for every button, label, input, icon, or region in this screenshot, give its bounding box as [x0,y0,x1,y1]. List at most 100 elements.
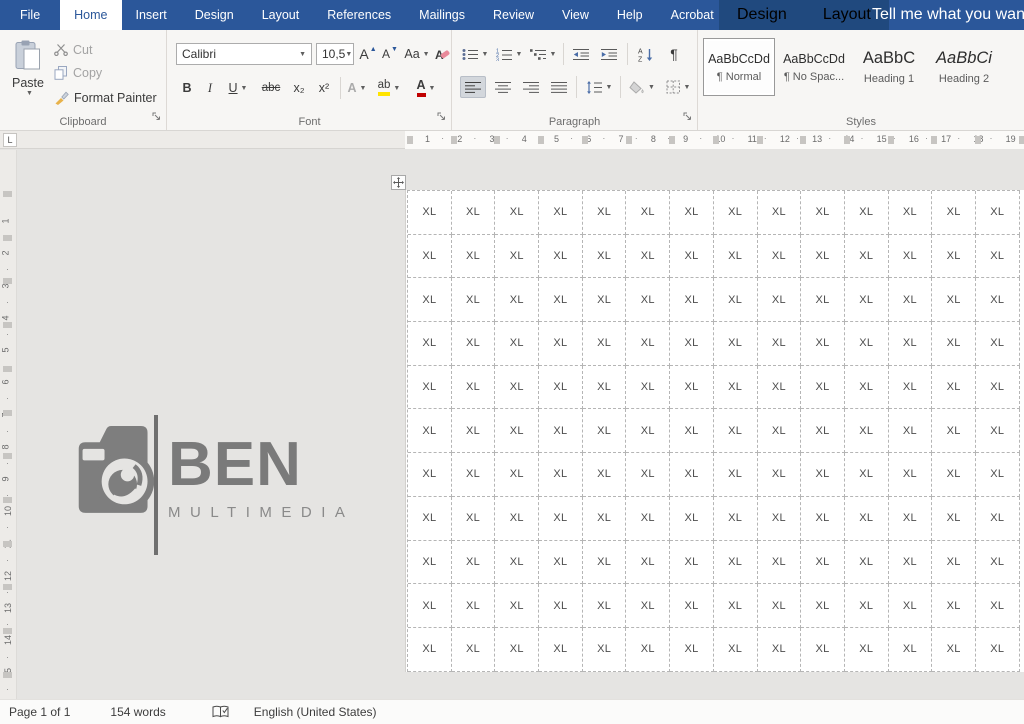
style-heading-1[interactable]: AaBbC Heading 1 [853,38,925,96]
table-cell[interactable]: XL [801,322,845,366]
table-cell[interactable]: XL [451,191,496,235]
line-spacing-button[interactable]: ▼ [582,76,616,98]
numbering-button[interactable]: 123 ▼ [494,43,524,65]
paragraph-dialog-launcher[interactable] [683,108,692,126]
table-cell[interactable]: XL [801,540,845,585]
table-cell[interactable]: XL [495,627,540,672]
table-cell[interactable]: XL [408,627,452,672]
table-cell[interactable]: XL [626,278,671,323]
table-cell[interactable]: XL [844,322,889,366]
table-cell[interactable]: XL [932,234,976,279]
table-cell[interactable]: XL [757,322,802,366]
table-cell[interactable]: XL [801,627,845,672]
table-cell[interactable]: XL [626,365,671,410]
table-cell[interactable]: XL [670,453,714,497]
table-cell[interactable]: XL [408,540,452,585]
table-cell[interactable]: XL [408,322,452,366]
table-cell[interactable]: XL [626,234,671,279]
table-cell[interactable]: XL [451,453,496,497]
table-cell[interactable]: XL [888,365,933,410]
table-cell[interactable]: XL [975,627,1020,672]
table-cell[interactable]: XL [888,234,933,279]
table-cell[interactable]: XL [670,278,714,323]
table-cell[interactable]: XL [582,234,627,279]
table-cell[interactable]: XL [451,278,496,323]
shading-button[interactable]: ▼ [626,76,658,98]
table-cell[interactable]: XL [495,496,540,541]
table-cell[interactable]: XL [539,584,583,628]
table-cell[interactable]: XL [844,584,889,628]
tab-design[interactable]: Design [181,0,248,30]
table-cell[interactable]: XL [844,278,889,323]
table-cell[interactable]: XL [801,584,845,628]
table-cell[interactable]: XL [408,234,452,279]
sort-button[interactable]: A Z [633,43,659,65]
table-cell[interactable]: XL [626,322,671,366]
status-proofing-button[interactable] [206,700,236,724]
table-cell[interactable]: XL [495,409,540,454]
table-cell[interactable]: XL [626,496,671,541]
table-cell[interactable]: XL [539,453,583,497]
table-cell[interactable]: XL [495,191,540,235]
highlight-button[interactable]: ab ▼ [372,77,406,99]
cut-button[interactable]: Cut [54,41,92,59]
table-cell[interactable]: XL [626,409,671,454]
contextual-tab-design[interactable]: Design [719,0,805,30]
table-cell[interactable]: XL [408,496,452,541]
table-cell[interactable]: XL [582,627,627,672]
copy-button[interactable]: Copy [54,64,102,82]
table-cell[interactable]: XL [888,540,933,585]
table-cell[interactable]: XL [888,278,933,323]
font-dialog-launcher[interactable] [437,108,446,126]
table-cell[interactable]: XL [888,584,933,628]
table-cell[interactable]: XL [975,322,1020,366]
table-cell[interactable]: XL [801,496,845,541]
increase-indent-button[interactable] [597,43,621,65]
table-cell[interactable]: XL [844,191,889,235]
tab-insert[interactable]: Insert [122,0,181,30]
table-cell[interactable]: XL [495,584,540,628]
table-cell[interactable]: XL [932,540,976,585]
style-normal[interactable]: AaBbCcDd ¶ Normal [703,38,775,96]
table-cell[interactable]: XL [888,322,933,366]
table-cell[interactable]: XL [582,540,627,585]
table-cell[interactable]: XL [670,540,714,585]
clipboard-dialog-launcher[interactable] [152,108,161,126]
table-cell[interactable]: XL [844,453,889,497]
table-cell[interactable]: XL [713,627,758,672]
table-cell[interactable]: XL [670,409,714,454]
table-cell[interactable]: XL [495,365,540,410]
table-cell[interactable]: XL [888,453,933,497]
table-cell[interactable]: XL [626,627,671,672]
table-cell[interactable]: XL [757,191,802,235]
status-word-count[interactable]: 154 words [104,700,171,724]
table-cell[interactable]: XL [713,584,758,628]
table-cell[interactable]: XL [888,627,933,672]
table-cell[interactable]: XL [975,540,1020,585]
table-cell[interactable]: XL [408,453,452,497]
table-cell[interactable]: XL [539,191,583,235]
table-cell[interactable]: XL [932,365,976,410]
table-cell[interactable]: XL [757,584,802,628]
table-cell[interactable]: XL [451,365,496,410]
table-cell[interactable]: XL [670,365,714,410]
table-cell[interactable]: XL [844,627,889,672]
table-cell[interactable]: XL [713,322,758,366]
paste-dropdown[interactable]: ▼ [26,90,33,97]
superscript-button[interactable]: x² [313,77,335,99]
table-cell[interactable]: XL [801,234,845,279]
table-cell[interactable]: XL [844,496,889,541]
tab-layout[interactable]: Layout [248,0,314,30]
table-cell[interactable]: XL [582,584,627,628]
multilevel-list-button[interactable]: ▼ [528,43,558,65]
bold-button[interactable]: B [178,77,196,99]
tab-references[interactable]: References [313,0,405,30]
table-cell[interactable]: XL [670,584,714,628]
table-cell[interactable]: XL [539,322,583,366]
table-cell[interactable]: XL [888,409,933,454]
tab-mailings[interactable]: Mailings [405,0,479,30]
tab-selector-button[interactable]: L [3,133,17,147]
table-cell[interactable]: XL [801,191,845,235]
table-cell[interactable]: XL [626,540,671,585]
table-cell[interactable]: XL [757,278,802,323]
